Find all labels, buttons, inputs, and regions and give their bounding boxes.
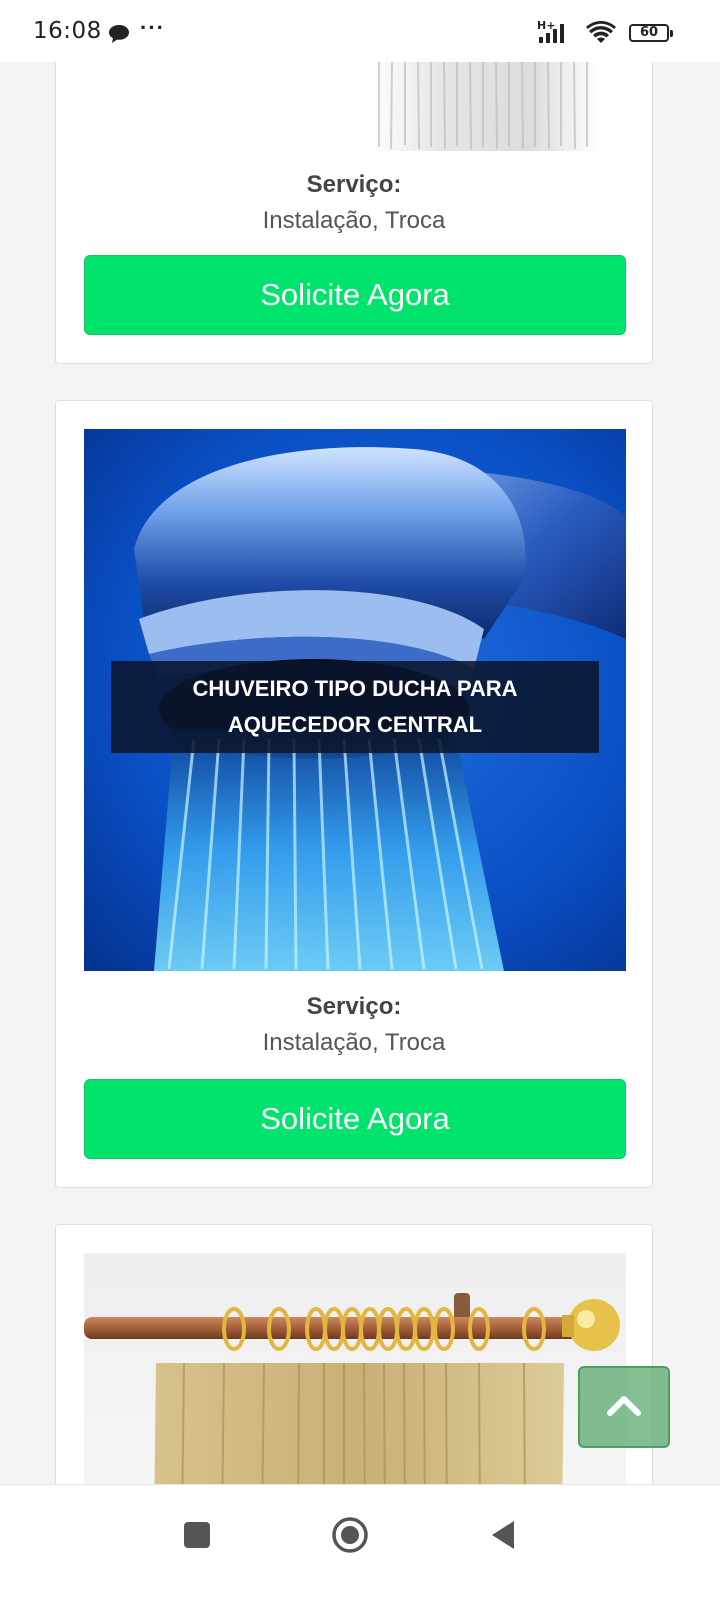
system-nav-bar: [0, 1484, 720, 1601]
home-button[interactable]: [321, 1505, 381, 1565]
service-value: Instalação, Troca: [262, 207, 446, 234]
status-bar: 16:08 ··· H+ 60: [0, 0, 720, 62]
recent-apps-icon: [168, 1522, 228, 1569]
wifi-icon: [586, 21, 616, 50]
image-caption-line1: CHUVEIRO TIPO DUCHA PARA: [192, 676, 518, 701]
chat-bubble-icon: [108, 24, 130, 49]
scroll-to-top-button[interactable]: [578, 1366, 670, 1448]
battery-icon: 60: [629, 24, 673, 42]
product-image: CHUVEIRO TIPO DUCHA PARA AQUECEDOR CENTR…: [84, 429, 626, 971]
back-icon: [474, 1521, 534, 1569]
more-dots-icon: ···: [140, 15, 165, 40]
service-card: CHUVEIRO TIPO DUCHA PARA AQUECEDOR CENTR…: [55, 400, 653, 1188]
request-now-button[interactable]: Solicite Agora: [84, 255, 626, 335]
chevron-up-icon: [607, 1394, 641, 1421]
image-caption-line2: AQUECEDOR CENTRAL: [227, 712, 483, 737]
home-icon: [321, 1517, 381, 1569]
recent-apps-button[interactable]: [168, 1505, 228, 1565]
request-now-button[interactable]: Solicite Agora: [84, 1079, 626, 1159]
service-card: Serviço: Instalação, Troca Solicite Agor…: [55, 20, 653, 364]
status-time: 16:08: [33, 18, 102, 44]
product-image: [84, 61, 626, 169]
service-label: Serviço:: [306, 993, 402, 1020]
service-label: Serviço:: [306, 171, 402, 198]
service-value: Instalação, Troca: [262, 1029, 446, 1056]
service-card: [55, 1224, 653, 1525]
image-caption: CHUVEIRO TIPO DUCHA PARA AQUECEDOR CENTR…: [111, 661, 599, 753]
back-button[interactable]: [474, 1505, 534, 1565]
